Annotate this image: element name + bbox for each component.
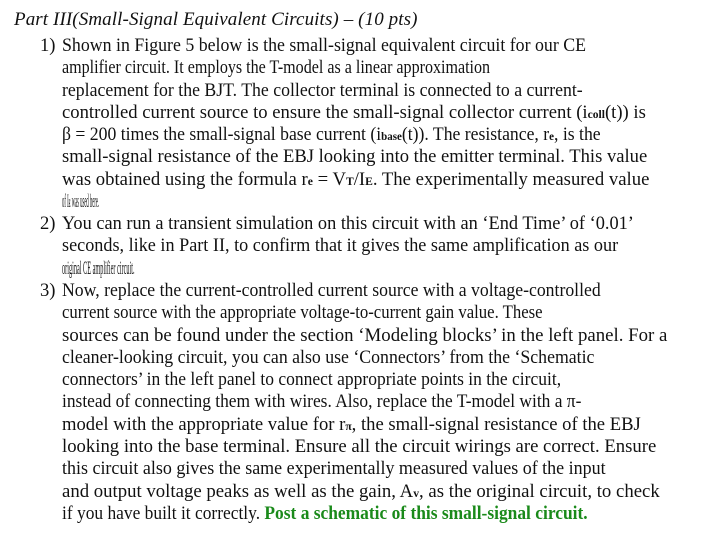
text-run: instead of connecting them with wires. A… [62, 391, 582, 413]
text-line: this circuit also gives the same experim… [62, 458, 700, 480]
text-line: Now, replace the current-controlled curr… [62, 280, 690, 302]
text-line: current source with the appropriate volt… [62, 302, 656, 324]
text-line: original CE amplifier circuit. [62, 258, 284, 280]
text-line: controlled current source to ensure the … [62, 102, 718, 124]
text-run: was obtained using the formula r [62, 168, 308, 190]
text-run: connectors’ in the left panel to connect… [62, 369, 562, 391]
text-line: small-signal resistance of the EBJ looki… [62, 146, 718, 168]
text-line: amplifier circuit. It employs the T-mode… [62, 57, 632, 79]
text-line: model with the appropriate value for rπ,… [62, 414, 718, 436]
subscript: E [365, 176, 373, 188]
text-run: . The experimentally measured value [372, 168, 650, 190]
text-run: β = 200 times the small-signal base curr… [62, 124, 382, 146]
text-line: sources can be found under the section ‘… [62, 325, 718, 347]
text-run: /I [353, 168, 366, 190]
text-run: (t)). The resistance, r [401, 124, 550, 146]
section-heading: Part III(Small-Signal Equivalent Circuit… [14, 9, 418, 30]
text-run: Shown in Figure 5 below is the small-sig… [62, 35, 587, 56]
subscript: T [345, 176, 354, 188]
text-run: this circuit also gives the same experim… [62, 458, 606, 480]
text-line: Shown in Figure 5 below is the small-sig… [62, 35, 695, 57]
text-run: Now, replace the current-controlled curr… [62, 280, 601, 301]
item-number: 2) [40, 213, 56, 234]
subscript: coll [587, 109, 605, 122]
item-number: 3) [40, 280, 56, 301]
text-line: You can run a transient simulation on th… [62, 213, 713, 235]
text-line: cleaner-looking circuit, you can also us… [62, 347, 693, 369]
text-line: instead of connecting them with wires. A… [62, 391, 680, 413]
text-run: seconds, like in Part II, to confirm tha… [62, 235, 619, 257]
text-run: replacement for the BJT. The collector t… [62, 79, 583, 101]
text-line: was obtained using the formula re = VT/I… [62, 169, 718, 191]
text-line: looking into the base terminal. Ensure a… [62, 436, 718, 458]
text-run: model with the appropriate value for r [62, 413, 346, 435]
text-run: looking into the base terminal. Ensure a… [62, 436, 657, 458]
text-line: and output voltage peaks as well as the … [62, 481, 718, 503]
text-run: sources can be found under the section ‘… [62, 324, 668, 346]
item-number: 1) [40, 35, 56, 56]
text-line: seconds, like in Part II, to confirm tha… [62, 235, 707, 257]
text-run: cleaner-looking circuit, you can also us… [62, 346, 595, 368]
item-body: You can run a transient simulation on th… [62, 213, 718, 280]
text-run: , the small-signal resistance of the EBJ [351, 413, 641, 435]
text-line: β = 200 times the small-signal base curr… [62, 124, 689, 146]
text-line: replacement for the BJT. The collector t… [62, 80, 692, 102]
text-run: , as the original circuit, to check [419, 480, 660, 502]
item-body: Now, replace the current-controlled curr… [62, 280, 718, 525]
item-body: Shown in Figure 5 below is the small-sig… [62, 35, 718, 213]
highlighted-instruction: Post a schematic of this small-signal ci… [264, 502, 588, 524]
text-run: (t)) is [604, 101, 646, 123]
text-run: = V [312, 168, 346, 190]
text-run: was used here. [70, 191, 100, 213]
text-run: original CE amplifier circuit. [62, 257, 135, 279]
text-line: connectors’ in the left panel to connect… [62, 369, 683, 391]
text-run: if you have built it correctly. [62, 502, 265, 524]
text-run: and output voltage peaks as well as the … [62, 480, 414, 502]
text-line: of IE was used here. [62, 191, 228, 213]
text-run: amplifier circuit. It employs the T-mode… [62, 57, 491, 79]
text-run: controlled current source to ensure the … [62, 101, 588, 123]
text-run: You can run a transient simulation on th… [62, 213, 634, 234]
text-run: small-signal resistance of the EBJ looki… [62, 146, 648, 168]
subscript: base [381, 131, 402, 144]
text-line: if you have built it correctly. Post a s… [62, 503, 680, 525]
text-run: , is the [554, 124, 601, 146]
text-run: current source with the appropriate volt… [62, 302, 543, 324]
